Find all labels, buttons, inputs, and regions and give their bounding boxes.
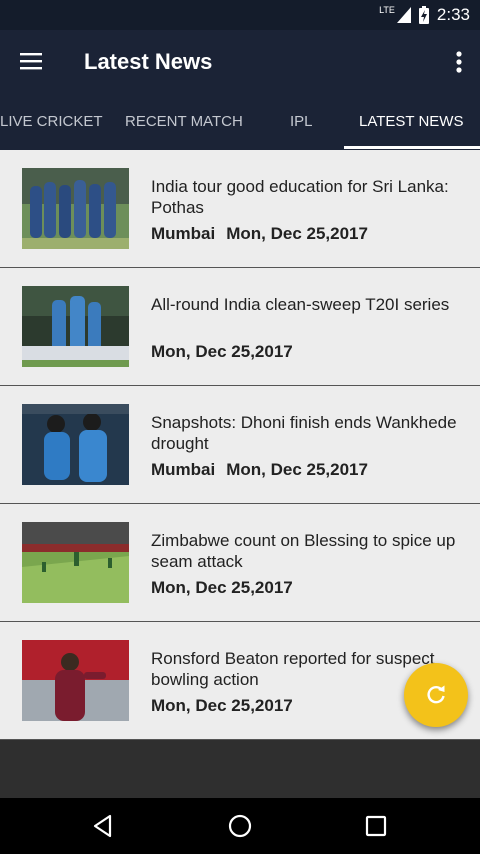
news-item[interactable]: All-round India clean-sweep T20I series … bbox=[0, 268, 480, 386]
news-headline: India tour good education for Sri Lanka:… bbox=[151, 177, 449, 217]
status-time: 2:33 bbox=[436, 5, 470, 24]
status-bar: LTE 2:33 bbox=[0, 0, 480, 30]
signal-icon bbox=[396, 7, 411, 23]
news-meta: Mon, Dec 25,2017 bbox=[151, 578, 293, 598]
network-type: LTE bbox=[379, 5, 395, 15]
news-location: Mumbai bbox=[151, 224, 216, 243]
app-bar: Latest News bbox=[0, 30, 480, 94]
ad-area bbox=[0, 740, 480, 798]
news-date: Mon, Dec 25,2017 bbox=[151, 578, 293, 597]
news-location: Mumbai bbox=[151, 460, 216, 479]
news-list: India tour good education for Sri Lanka:… bbox=[0, 150, 480, 740]
refresh-icon bbox=[427, 685, 445, 704]
battery-icon bbox=[418, 6, 429, 24]
news-meta: Mon, Dec 25,2017 bbox=[151, 696, 293, 716]
news-item[interactable]: Zimbabwe count on Blessing to spice up s… bbox=[0, 504, 480, 622]
news-thumbnail bbox=[22, 640, 129, 721]
news-headline: Snapshots: Dhoni finish ends Wankhede dr… bbox=[151, 413, 457, 453]
news-meta: Mon, Dec 25,2017 bbox=[151, 342, 293, 362]
news-headline: All-round India clean-sweep T20I series bbox=[151, 295, 450, 314]
news-thumbnail bbox=[22, 168, 129, 249]
active-tab-indicator bbox=[344, 146, 480, 149]
news-thumbnail bbox=[22, 522, 129, 603]
news-item[interactable]: Snapshots: Dhoni finish ends Wankhede dr… bbox=[0, 386, 480, 504]
back-icon[interactable] bbox=[90, 812, 118, 840]
news-item[interactable]: India tour good education for Sri Lanka:… bbox=[0, 150, 480, 268]
news-date: Mon, Dec 25,2017 bbox=[226, 224, 368, 243]
page-title: Latest News bbox=[84, 49, 213, 74]
news-date: Mon, Dec 25,2017 bbox=[226, 460, 368, 479]
recents-icon[interactable] bbox=[362, 812, 390, 840]
home-icon[interactable] bbox=[226, 812, 254, 840]
news-thumbnail bbox=[22, 404, 129, 485]
news-headline: Zimbabwe count on Blessing to spice up s… bbox=[151, 531, 456, 571]
hamburger-menu-icon[interactable] bbox=[20, 50, 44, 74]
system-navigation-bar bbox=[0, 798, 480, 854]
tab-bar: LIVE CRICKET RECENT MATCH IPL LATEST NEW… bbox=[0, 94, 480, 150]
tab-recent-match[interactable]: RECENT MATCH bbox=[125, 94, 243, 150]
news-date: Mon, Dec 25,2017 bbox=[151, 696, 293, 715]
news-thumbnail bbox=[22, 286, 129, 367]
news-date: Mon, Dec 25,2017 bbox=[151, 342, 293, 361]
refresh-button[interactable] bbox=[404, 663, 468, 727]
news-meta: Mumbai Mon, Dec 25,2017 bbox=[151, 224, 368, 244]
tab-latest-news[interactable]: LATEST NEWS bbox=[359, 94, 463, 150]
news-meta: Mumbai Mon, Dec 25,2017 bbox=[151, 460, 368, 480]
tab-ipl[interactable]: IPL bbox=[290, 94, 313, 150]
tab-live-cricket[interactable]: LIVE CRICKET bbox=[0, 94, 103, 150]
more-vert-icon[interactable] bbox=[454, 48, 464, 76]
